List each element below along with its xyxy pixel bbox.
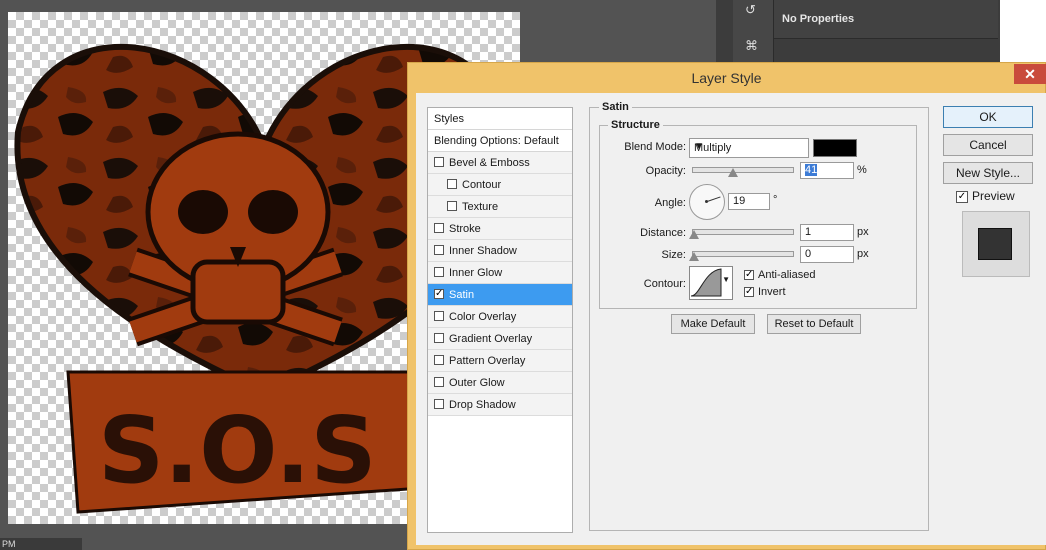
effect-item-stroke[interactable]: Stroke bbox=[428, 218, 572, 240]
preview-label: Preview bbox=[972, 189, 1015, 203]
close-button[interactable]: ✕ bbox=[1014, 64, 1046, 84]
effect-label: Satin bbox=[449, 289, 475, 301]
contour-curve-icon bbox=[690, 268, 722, 297]
preview-checkbox[interactable]: ✓ bbox=[956, 191, 968, 203]
effect-checkbox[interactable] bbox=[434, 223, 444, 233]
blend-mode-label: Blend Mode: bbox=[624, 141, 686, 153]
contour-label: Contour: bbox=[643, 278, 686, 290]
new-style-button[interactable]: New Style... bbox=[943, 162, 1033, 184]
opacity-label: Opacity: bbox=[645, 165, 686, 177]
effect-checkbox[interactable]: ✓ bbox=[434, 289, 444, 299]
opacity-slider-handle[interactable] bbox=[728, 168, 738, 177]
angle-unit: ° bbox=[773, 194, 778, 206]
chevron-down-icon: ▼ bbox=[694, 141, 704, 152]
size-unit: px bbox=[857, 248, 869, 260]
distance-field[interactable]: 1 bbox=[800, 224, 854, 241]
distance-unit: px bbox=[857, 226, 869, 238]
status-bar: PM bbox=[0, 538, 82, 550]
banner-text: S.O.S bbox=[98, 397, 377, 504]
satin-color-swatch[interactable] bbox=[813, 139, 857, 157]
make-default-button[interactable]: Make Default bbox=[671, 314, 755, 334]
effect-label: Outer Glow bbox=[449, 377, 505, 389]
effect-checkbox[interactable] bbox=[434, 333, 444, 343]
distance-label: Distance: bbox=[640, 227, 686, 239]
effect-item-color-overlay[interactable]: Color Overlay bbox=[428, 306, 572, 328]
effect-checkbox[interactable] bbox=[434, 399, 444, 409]
opacity-field[interactable]: 41 bbox=[800, 162, 854, 179]
effect-checkbox[interactable] bbox=[434, 267, 444, 277]
size-slider-handle[interactable] bbox=[689, 252, 699, 261]
invert-checkbox[interactable]: ✓ bbox=[744, 287, 754, 297]
layer-style-dialog: Layer Style ✕ Styles Blending Options: D… bbox=[407, 62, 1046, 550]
ok-button[interactable]: OK bbox=[943, 106, 1033, 128]
effect-item-satin[interactable]: ✓ Satin bbox=[428, 284, 572, 306]
effect-checkbox[interactable] bbox=[434, 311, 444, 321]
effect-item-bevel-emboss[interactable]: Bevel & Emboss bbox=[428, 152, 572, 174]
effect-checkbox[interactable] bbox=[434, 245, 444, 255]
effect-label: Contour bbox=[462, 179, 502, 191]
styles-header[interactable]: Styles bbox=[428, 108, 572, 130]
no-properties-area: No Properties bbox=[774, 0, 998, 39]
size-label: Size: bbox=[661, 249, 686, 261]
angle-dial[interactable] bbox=[689, 184, 725, 220]
contour-picker[interactable]: ▼ bbox=[689, 266, 733, 300]
effect-item-gradient-overlay[interactable]: Gradient Overlay bbox=[428, 328, 572, 350]
style-preview bbox=[962, 211, 1030, 277]
distance-slider[interactable] bbox=[692, 229, 794, 235]
window-background bbox=[1000, 0, 1046, 62]
effect-item-outer-glow[interactable]: Outer Glow bbox=[428, 372, 572, 394]
blending-options-item[interactable]: Blending Options: Default bbox=[428, 130, 572, 152]
distance-slider-handle[interactable] bbox=[689, 230, 699, 239]
effect-item-inner-glow[interactable]: Inner Glow bbox=[428, 262, 572, 284]
effect-item-texture[interactable]: Texture bbox=[428, 196, 572, 218]
opacity-slider[interactable] bbox=[692, 167, 794, 173]
effect-label: Inner Glow bbox=[449, 267, 503, 279]
opacity-unit: % bbox=[857, 164, 867, 176]
effect-item-contour[interactable]: Contour bbox=[428, 174, 572, 196]
reset-to-default-button[interactable]: Reset to Default bbox=[767, 314, 861, 334]
brush-presets-icon[interactable]: ⌘ bbox=[745, 38, 761, 54]
effect-label: Pattern Overlay bbox=[449, 355, 526, 367]
effect-label: Stroke bbox=[449, 223, 481, 235]
cancel-button[interactable]: Cancel bbox=[943, 134, 1033, 156]
history-icon[interactable]: ↺ bbox=[745, 2, 761, 18]
angle-field[interactable]: 19 bbox=[728, 193, 770, 210]
effect-label: Texture bbox=[462, 201, 499, 213]
structure-group-title: Structure bbox=[608, 119, 663, 131]
effect-checkbox[interactable] bbox=[447, 179, 457, 189]
effect-item-inner-shadow[interactable]: Inner Shadow bbox=[428, 240, 572, 262]
effect-label: Inner Shadow bbox=[449, 245, 517, 257]
effect-checkbox[interactable] bbox=[447, 201, 457, 211]
panel-icon-strip: ↺ ⌘ bbox=[733, 0, 774, 62]
effect-label: Color Overlay bbox=[449, 311, 517, 323]
effect-checkbox[interactable] bbox=[434, 157, 444, 167]
dialog-body: Styles Blending Options: Default Bevel &… bbox=[416, 93, 1046, 545]
dialog-title: Layer Style bbox=[691, 70, 762, 86]
styles-list: Styles Blending Options: Default Bevel &… bbox=[427, 107, 573, 533]
anti-aliased-checkbox[interactable]: ✓ bbox=[744, 270, 754, 280]
satin-group-title: Satin bbox=[599, 101, 632, 113]
effect-label: Bevel & Emboss bbox=[449, 157, 530, 169]
anti-aliased-label: Anti-aliased bbox=[758, 269, 816, 281]
size-slider[interactable] bbox=[692, 251, 794, 257]
no-properties-label: No Properties bbox=[782, 13, 855, 25]
blend-mode-select[interactable]: Multiply ▼ bbox=[689, 138, 809, 158]
effect-checkbox[interactable] bbox=[434, 377, 444, 387]
effect-label: Gradient Overlay bbox=[449, 333, 533, 345]
effect-label: Drop Shadow bbox=[449, 399, 516, 411]
invert-label: Invert bbox=[758, 286, 786, 298]
chevron-down-icon: ▼ bbox=[722, 275, 730, 284]
angle-label: Angle: bbox=[654, 197, 686, 209]
effect-item-drop-shadow[interactable]: Drop Shadow bbox=[428, 394, 572, 416]
preview-swatch bbox=[978, 228, 1012, 260]
effect-item-pattern-overlay[interactable]: Pattern Overlay bbox=[428, 350, 572, 372]
effect-checkbox[interactable] bbox=[434, 355, 444, 365]
size-field[interactable]: 0 bbox=[800, 246, 854, 263]
